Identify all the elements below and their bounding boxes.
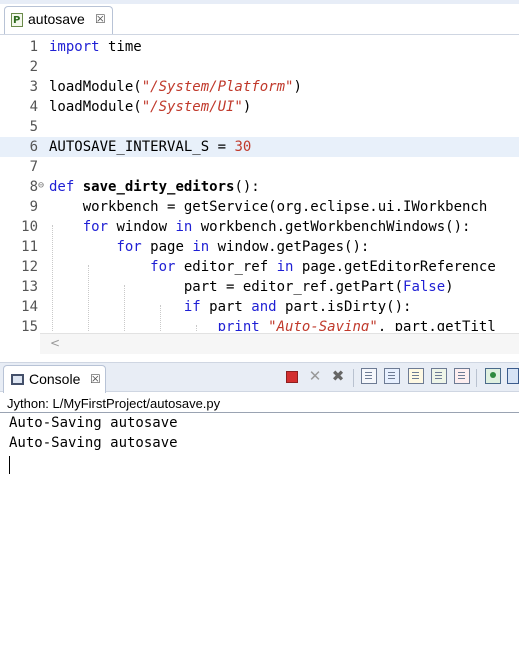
console-tab[interactable]: Console ☒ <box>3 365 106 393</box>
close-icon[interactable]: ☒ <box>90 372 101 386</box>
line-number: 13 <box>21 279 38 295</box>
line-number: 2 <box>29 59 38 75</box>
line-number: 5 <box>29 119 38 135</box>
line-number: 6 <box>29 139 38 155</box>
line-number: 12 <box>21 259 38 275</box>
code-line: 2 <box>0 57 519 77</box>
line-number: 14 <box>21 299 38 315</box>
terminate-icon[interactable] <box>286 371 298 383</box>
code-line: 10 for window in workbench.getWorkbenchW… <box>0 217 519 237</box>
code-line: 5 <box>0 117 519 137</box>
scroll-left-arrow-icon[interactable]: < <box>50 336 60 350</box>
code-line: 7 <box>0 157 519 177</box>
console-tab-bar: Console ☒ ✕ ✖ <box>0 362 519 393</box>
code-line: 15 print "Auto-Saving", part.getTitl <box>0 317 519 331</box>
indent-guide <box>52 225 53 331</box>
editor-part: P autosave ☒ 1 import time 2 3 loadModule("/… <box>0 0 519 357</box>
fold-collapse-icon[interactable]: ⊖ <box>38 181 44 191</box>
console-launch-path: Jython: L/MyFirstProject/autosave.py <box>7 396 221 411</box>
code-text: workbench = getService(org.eclipse.ui.IW… <box>49 199 488 215</box>
code-text: loadModule("/System/UI") <box>49 99 252 115</box>
show-console-stderr-icon[interactable] <box>408 368 424 384</box>
pin-console-icon[interactable] <box>485 368 501 384</box>
code-line: 1 import time <box>0 37 519 57</box>
remove-all-terminated-icon[interactable]: ✖ <box>330 368 346 384</box>
code-line: 13 part = editor_ref.getPart(False) <box>0 277 519 297</box>
code-editor[interactable]: 1 import time 2 3 loadModule("/System/Platfo… <box>0 35 519 331</box>
line-number: 10 <box>21 219 38 235</box>
code-text: if part and part.isDirty(): <box>183 299 412 315</box>
code-line: 12 for editor_ref in page.getEditorRefer… <box>0 257 519 277</box>
close-icon[interactable]: ☒ <box>95 12 106 26</box>
code-text: loadModule("/System/Platform") <box>49 79 302 95</box>
code-line: 3 loadModule("/System/Platform") <box>0 77 519 97</box>
console-output[interactable]: Auto-Saving autosave Auto-Saving autosav… <box>0 413 519 664</box>
line-number: 3 <box>29 79 38 95</box>
line-number: 15 <box>21 319 38 331</box>
scroll-lock-icon[interactable] <box>361 368 377 384</box>
clear-console-icon[interactable] <box>454 368 470 384</box>
console-icon <box>11 374 24 385</box>
line-number: 9 <box>29 199 38 215</box>
code-line: 8 ⊖ def save_dirty_editors(): <box>0 177 519 197</box>
open-console-icon[interactable] <box>507 368 519 384</box>
editor-tab-bar: P autosave ☒ <box>0 0 519 35</box>
editor-tab-autosave[interactable]: P autosave ☒ <box>4 6 113 34</box>
code-text: part = editor_ref.getPart(False) <box>49 279 454 295</box>
word-wrap-icon[interactable] <box>431 368 447 384</box>
indent-guide <box>88 265 89 331</box>
toolbar-separator <box>353 369 354 387</box>
line-number: 1 <box>29 39 38 55</box>
code-text: for editor_ref in page.getEditorReferenc… <box>150 259 496 275</box>
line-number: 8 <box>29 179 38 195</box>
code-line: 9 workbench = getService(org.eclipse.ui.… <box>0 197 519 217</box>
indent-guide <box>160 305 161 331</box>
console-view: Console ☒ ✕ ✖ Jython: L/MyFirstProject/a… <box>0 362 519 664</box>
line-number: 11 <box>21 239 38 255</box>
code-text: for page in window.getPages(): <box>116 239 370 255</box>
code-text: AUTOSAVE_INTERVAL_S = 30 <box>49 139 252 155</box>
remove-launch-icon[interactable]: ✕ <box>307 368 323 384</box>
code-line: 4 loadModule("/System/UI") <box>0 97 519 117</box>
editor-tab-label: autosave <box>28 11 85 27</box>
console-output-line: Auto-Saving autosave <box>9 435 178 451</box>
text-caret <box>9 456 10 474</box>
line-number: 4 <box>29 99 38 115</box>
python-file-icon: P <box>11 13 23 27</box>
toolbar-separator <box>476 369 477 387</box>
indent-guide <box>196 325 197 331</box>
code-text: print "Auto-Saving", part.getTitl <box>217 319 496 331</box>
code-line: 14 if part and part.isDirty(): <box>0 297 519 317</box>
code-text: import time <box>49 39 142 55</box>
show-console-stdout-icon[interactable] <box>384 368 400 384</box>
code-line: 6 AUTOSAVE_INTERVAL_S = 30 <box>0 137 519 157</box>
code-text: def save_dirty_editors(): <box>49 179 260 195</box>
console-output-line: Auto-Saving autosave <box>9 415 178 431</box>
horizontal-scrollbar[interactable]: < <box>40 333 519 354</box>
code-text: for window in workbench.getWorkbenchWind… <box>82 219 471 235</box>
console-tab-label: Console <box>29 371 81 387</box>
line-number: 7 <box>29 159 38 175</box>
indent-guide <box>124 285 125 331</box>
code-line: 11 for page in window.getPages(): <box>0 237 519 257</box>
